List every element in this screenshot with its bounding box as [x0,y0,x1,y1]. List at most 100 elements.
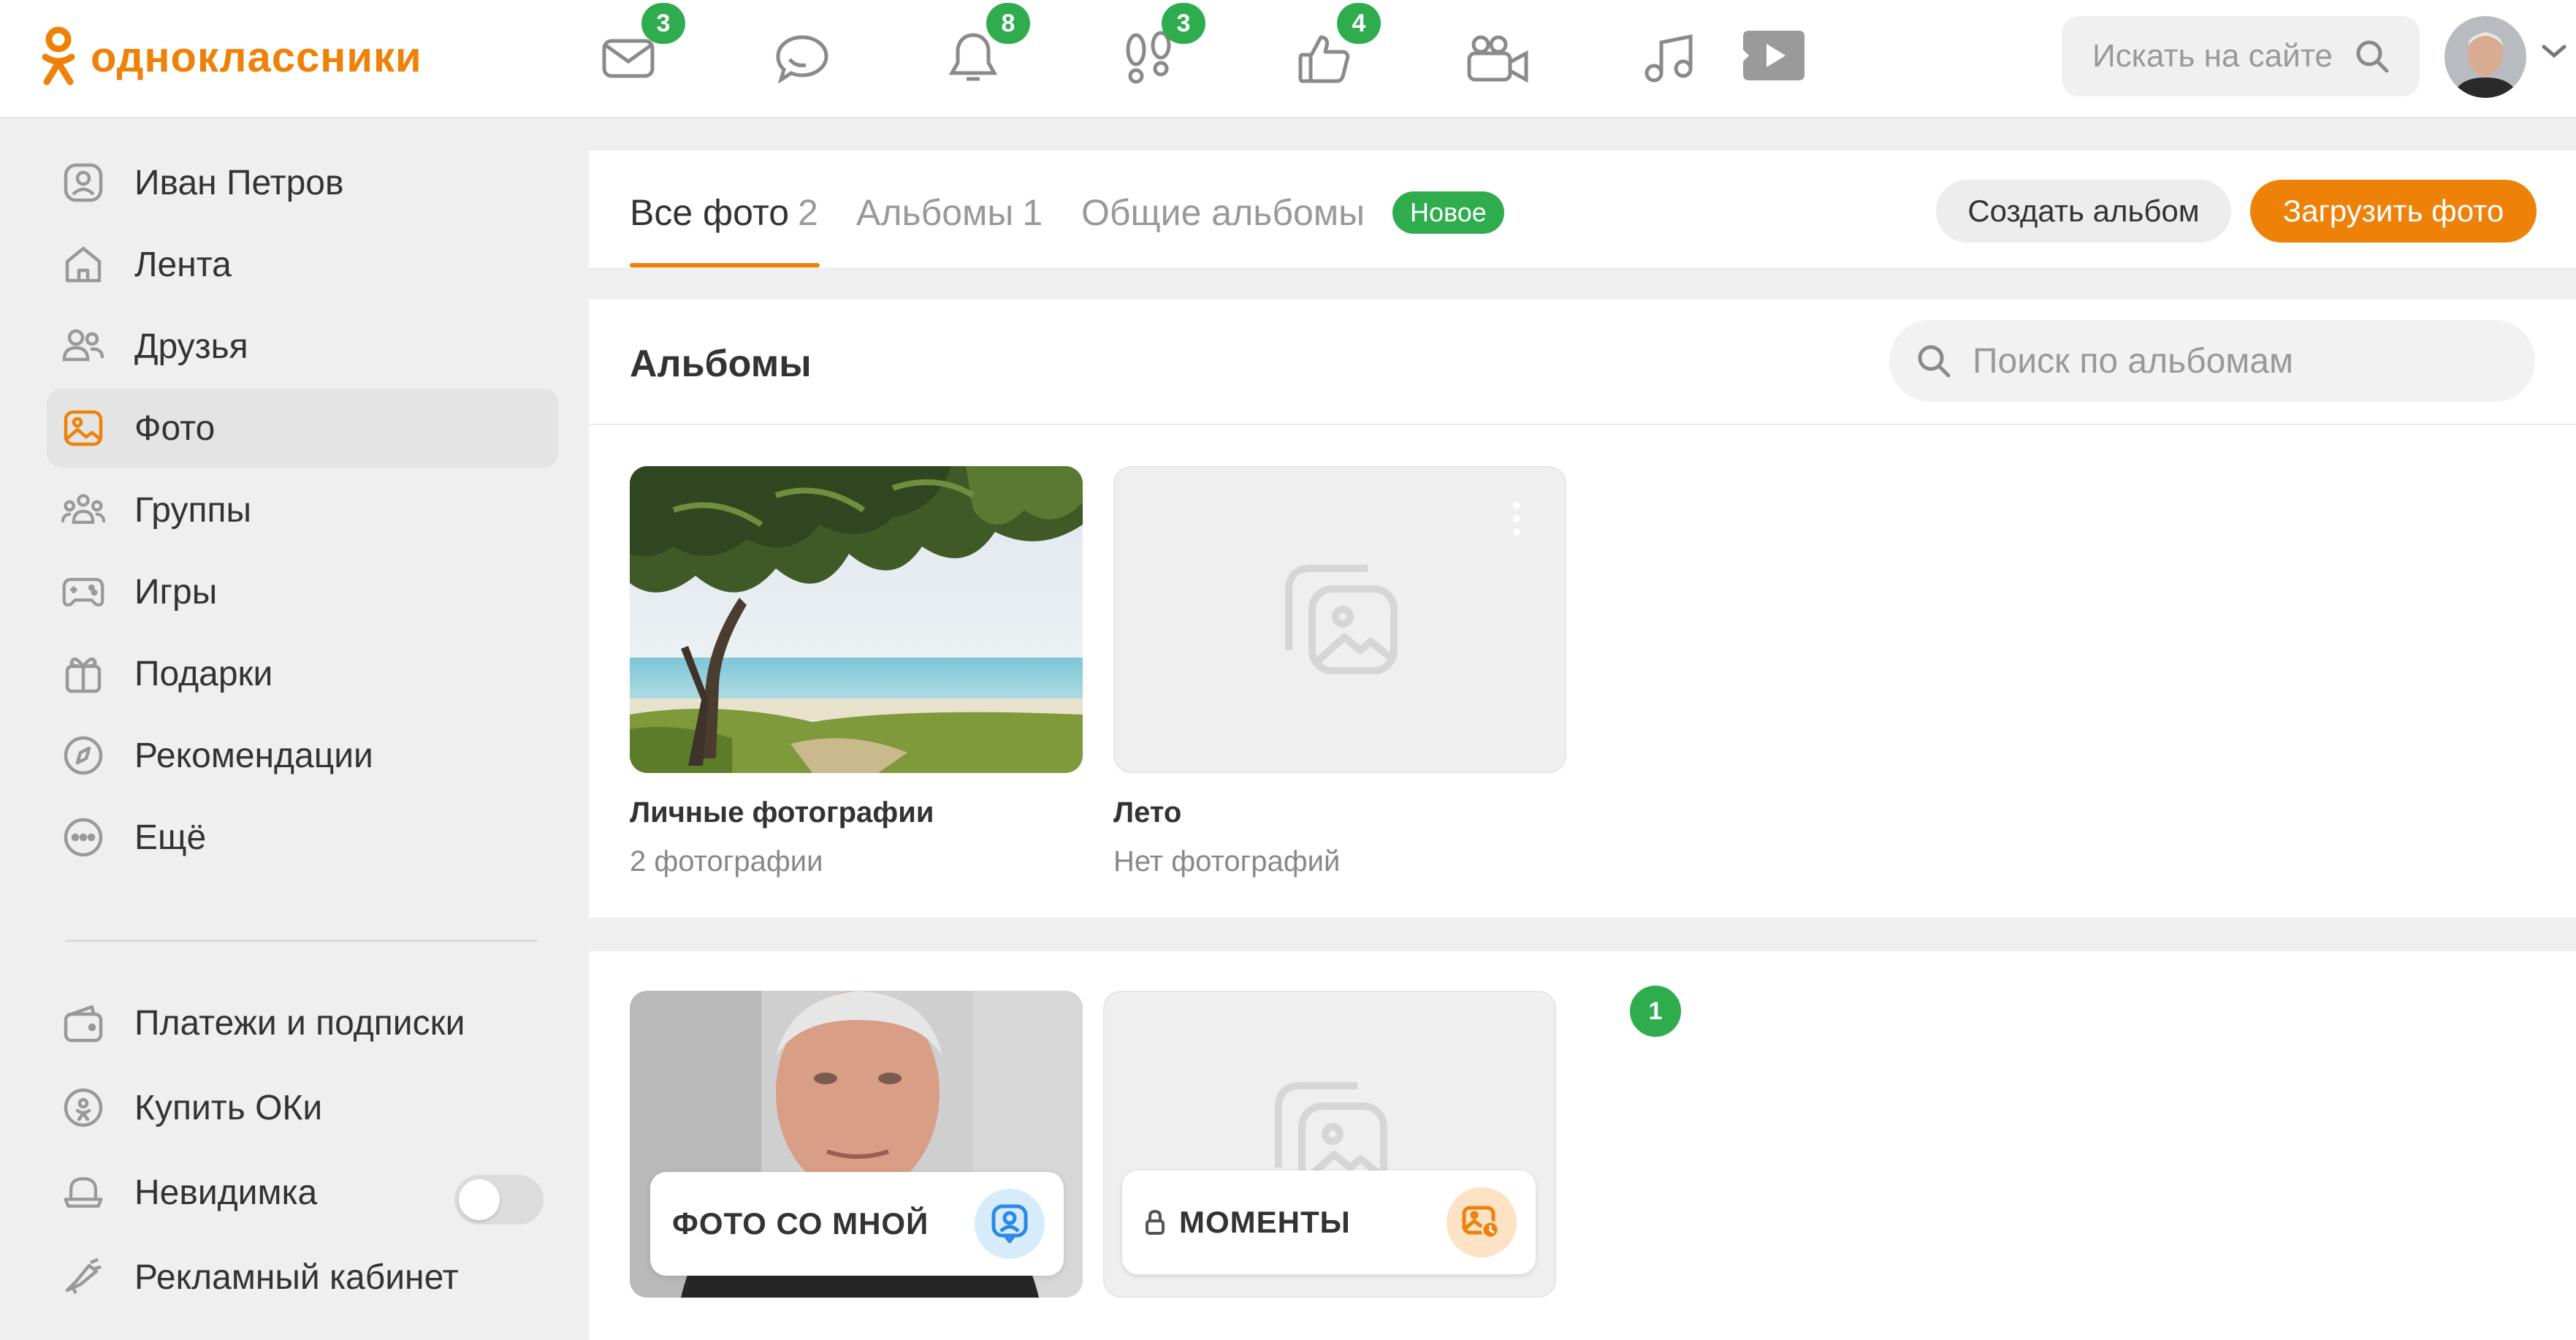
sidebar-item-label: Невидимка [134,1173,318,1212]
moments-title: МОМЕНТЫ [1144,1205,1351,1240]
site-search[interactable] [2062,16,2420,96]
sidebar-divider [66,940,538,942]
sidebar-item-feed[interactable]: Лента [47,225,558,304]
special-albums-panel: ФОТО СО МНОЙ 1 МОМЕНТЫ [589,951,2576,1340]
albums-heading: Альбомы [630,343,812,385]
photos-with-me-card[interactable]: ФОТО СО МНОЙ [630,991,1083,1298]
gamepad-icon [61,570,105,614]
sidebar-item-ads-cabinet[interactable]: Рекламный кабинет [47,1238,558,1317]
user-avatar[interactable] [2444,16,2526,98]
tab-count: 2 [798,192,818,233]
invisible-icon [61,1170,105,1214]
active-tab-indicator [630,263,820,267]
new-badge: Новое [1392,191,1504,234]
photos-with-me-text: ФОТО СО МНОЙ [672,1206,929,1241]
sidebar-item-games[interactable]: Игры [47,552,558,631]
tab-label: Общие альбомы [1081,192,1365,233]
toggle-knob [459,1179,500,1220]
tab-all-photos[interactable]: Все фото 2 [630,191,818,234]
create-album-button[interactable]: Создать альбом [1936,180,2231,243]
sidebar-item-label: Ещё [134,818,207,857]
kebab-menu-icon[interactable] [1512,501,1521,536]
ok-logo-icon [42,26,75,85]
album-search[interactable] [1889,320,2535,402]
album-name[interactable]: Лето [1113,796,1566,829]
sidebar-item-invisible[interactable]: Невидимка [47,1153,558,1232]
nav-video[interactable] [1740,28,1807,83]
sidebar-item-gifts[interactable]: Подарки [47,634,558,713]
friends-icon [61,324,105,368]
user-icon [61,161,105,205]
sidebar-item-label: Игры [134,572,218,612]
chevron-down-icon[interactable] [2539,42,2569,60]
moments-icon [1447,1187,1517,1257]
megaphone-icon [61,1255,105,1299]
tab-label: Все фото [630,192,790,233]
nav-video-calls[interactable] [1461,22,1534,95]
sidebar-item-label: Рекомендации [134,736,373,775]
bell-icon [948,33,998,81]
video-play-icon [1743,31,1805,80]
tab-label: Альбомы [856,192,1014,233]
albums-panel: Альбомы Поиск по альбомам Личные фотогра… [589,300,2576,918]
sidebar-item-label: Платежи и подписки [134,1003,465,1043]
moments-text: МОМЕНТЫ [1179,1205,1351,1239]
tab-count: 1 [1022,192,1043,233]
upload-photo-button[interactable]: Загрузить фото [2250,180,2537,243]
nav-messages[interactable]: 3 [592,3,685,95]
sidebar-item-label: Лента [134,245,232,284]
notifications-badge: 8 [986,3,1030,44]
tab-shared-albums[interactable]: Общие альбомы [1081,191,1365,234]
moments-card[interactable]: МОМЕНТЫ [1103,991,1556,1298]
sidebar-item-label: Группы [134,490,251,530]
moments-label[interactable]: МОМЕНТЫ [1122,1170,1536,1274]
album-photo-count: Нет фотографий [1113,845,1341,878]
nav-discussions[interactable] [766,22,839,95]
photo-placeholder-icon [1285,565,1398,674]
sidebar-item-photos[interactable]: Фото [47,389,558,468]
sidebar-item-buy-oki[interactable]: Купить ОКи [47,1068,558,1147]
site-search-input[interactable] [2092,38,2341,75]
album-search-input[interactable] [1973,340,2484,381]
guests-badge: 3 [1162,3,1205,44]
ok-logo[interactable]: одноклассники [39,20,422,94]
album-cover-empty[interactable] [1113,466,1566,773]
more-icon [61,815,105,859]
album-cover-image[interactable] [630,466,1083,773]
sidebar-item-label: Фото [134,408,216,448]
sidebar-item-more[interactable]: Ещё [47,798,558,877]
sidebar-item-friends[interactable]: Друзья [47,307,558,386]
invisible-toggle[interactable] [454,1175,544,1225]
wallet-icon [61,1001,105,1045]
photos-with-me-label[interactable]: ФОТО СО МНОЙ [650,1172,1064,1276]
tab-albums[interactable]: Альбомы 1 [856,191,1043,234]
sidebar-item-label: Иван Петров [134,163,344,202]
nav-guests[interactable]: 3 [1112,3,1205,95]
sidebar-item-label: Рекламный кабинет [134,1257,459,1297]
photo-icon [61,406,105,450]
nav-music[interactable] [1632,22,1705,95]
like-icon [1298,35,1350,83]
sidebar-item-profile[interactable]: Иван Петров [47,143,558,222]
sidebar-item-label: Купить ОКи [134,1088,323,1127]
nav-events[interactable]: 4 [1287,3,1381,95]
video-camera-icon [1467,35,1528,83]
messages-badge: 3 [641,3,685,44]
album-card[interactable]: Личные фотографии 2 фотографии [630,466,1083,878]
top-header: одноклассники 3 8 3 4 Искать на сайте [0,0,2576,118]
user-tag-icon [975,1189,1045,1259]
album-name[interactable]: Личные фотографии [630,796,1083,829]
chat-icon [776,35,828,84]
gift-icon [61,652,105,696]
events-badge: 4 [1337,3,1381,44]
nav-notifications[interactable]: 8 [937,3,1030,95]
search-icon[interactable] [2354,38,2390,75]
sidebar-item-groups[interactable]: Группы [47,471,558,549]
photo-tabs-panel: Все фото 2 Альбомы 1 Общие альбомы Новое С… [589,151,2576,267]
music-icon [1645,34,1693,83]
sidebar-item-payments[interactable]: Платежи и подписки [47,983,558,1062]
left-sidebar: Иван Петров Лента Друзья Фото Группы Игр… [47,143,558,1297]
album-card[interactable]: Лето Нет фотографий [1113,466,1566,878]
sidebar-item-label: Подарки [134,654,273,693]
sidebar-item-recommendations[interactable]: Рекомендации [47,716,558,795]
